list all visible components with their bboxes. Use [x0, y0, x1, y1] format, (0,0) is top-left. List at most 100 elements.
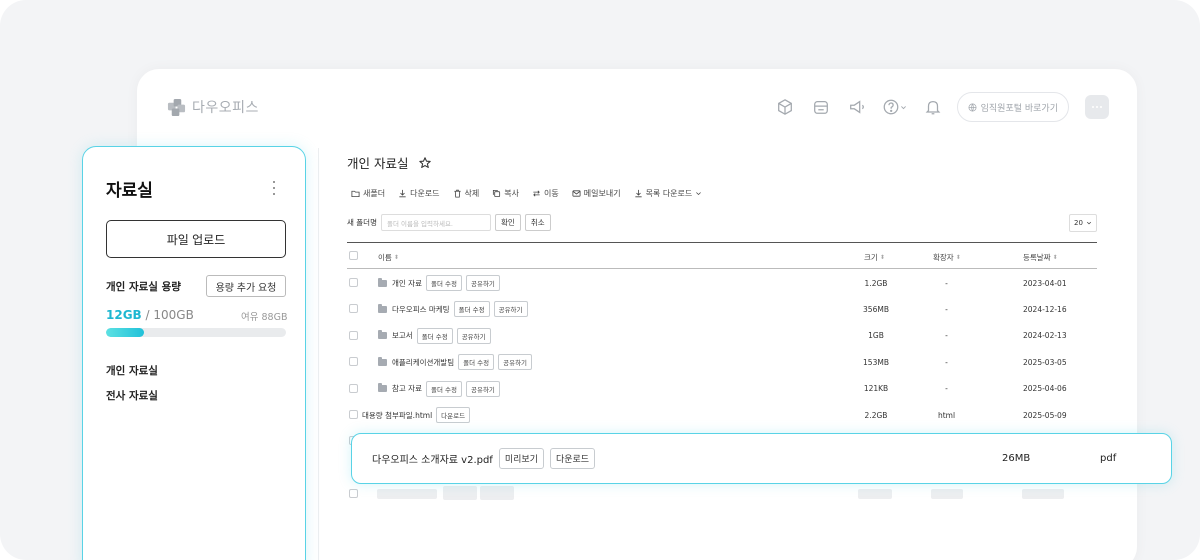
- app-logo[interactable]: 다우오피스: [167, 97, 259, 117]
- row-checkbox[interactable]: [349, 410, 358, 419]
- table-header: 이름 ⬍ 크기 ⬍ 확장자 ⬍ 등록날짜 ⬍: [347, 243, 1097, 269]
- edit-folder-button[interactable]: 폴더 수정: [416, 327, 453, 344]
- row-checkbox[interactable]: [349, 489, 358, 498]
- help-icon[interactable]: [875, 92, 915, 122]
- folder-icon: [378, 330, 387, 340]
- portal-shortcut-button[interactable]: 임직원포털 바로가기: [956, 92, 1069, 122]
- share-button[interactable]: 공유하기: [498, 354, 533, 371]
- ext-cell: -: [945, 384, 948, 394]
- folder-icon: [378, 303, 387, 313]
- row-checkbox[interactable]: [349, 357, 358, 367]
- item-name[interactable]: 참고 자료: [392, 383, 422, 394]
- chevron-down-icon: [901, 105, 907, 109]
- sort-icon: ⬍: [955, 254, 961, 261]
- megaphone-icon[interactable]: [839, 92, 875, 122]
- size-cell: 1.2GB: [864, 278, 888, 288]
- capacity-request-button[interactable]: 용량 추가 요청: [206, 275, 286, 297]
- skeleton-ext: [931, 489, 963, 499]
- new-folder-name-input[interactable]: 폴더 이름을 입력하세요.: [381, 214, 491, 231]
- size-cell: 356MB: [863, 304, 889, 314]
- column-ext[interactable]: 확장자 ⬍: [933, 252, 961, 263]
- capacity-total: 100GB: [153, 308, 194, 322]
- item-name[interactable]: 보고서: [392, 330, 413, 341]
- send-mail-button[interactable]: 메일보내기: [572, 188, 621, 199]
- table-row[interactable]: 참고 자료 폴더 수정 공유하기 121KB - 2025-04-06: [347, 376, 1097, 402]
- page-title: 개인 자료실: [347, 156, 409, 171]
- table-row[interactable]: 다우오피스 마케팅 폴더 수정 공유하기 356MB - 2024-12-16: [347, 296, 1097, 322]
- preview-button[interactable]: 미리보기: [498, 447, 544, 469]
- row-checkbox[interactable]: [349, 278, 358, 287]
- highlighted-file-row[interactable]: 다우오피스 소개자료 v2.pdf 미리보기 다운로드 26MB pdf: [351, 433, 1172, 484]
- ext-cell: -: [945, 331, 948, 341]
- app-name: 다우오피스: [192, 100, 259, 116]
- name-cell: 참고 자료 폴더 수정 공유하기: [378, 376, 500, 402]
- page-size-value: 20: [1074, 219, 1083, 227]
- row-checkbox[interactable]: [349, 330, 358, 340]
- file-download-button[interactable]: 다운로드: [436, 407, 471, 423]
- item-name[interactable]: 다우오피스 마케팅: [392, 304, 450, 315]
- file-download-button[interactable]: 다운로드: [549, 447, 596, 469]
- share-button[interactable]: 공유하기: [456, 327, 491, 344]
- name-cell: 보고서 폴더 수정 공유하기: [378, 323, 491, 349]
- new-folder-name-label: 새 폴더명: [347, 218, 377, 227]
- skeleton-name: [377, 489, 437, 499]
- size-cell: 153MB: [863, 357, 889, 367]
- sort-icon: ⬍: [1052, 254, 1058, 261]
- daou-logo-icon: [167, 98, 186, 116]
- mail-icon: [572, 190, 581, 197]
- copy-button[interactable]: 복사: [492, 188, 519, 199]
- item-name[interactable]: 대용량 첨부파일.html: [362, 410, 432, 421]
- table-row[interactable]: 애플리케이션개발팀 폴더 수정 공유하기 153MB - 2025-03-05: [347, 349, 1097, 375]
- more-icon[interactable]: [1085, 95, 1109, 119]
- column-name[interactable]: 이름 ⬍: [378, 252, 399, 263]
- confirm-button[interactable]: 확인: [495, 214, 521, 231]
- name-cell: 대용량 첨부파일.html 다운로드: [362, 402, 471, 428]
- file-upload-button[interactable]: 파일 업로드: [106, 220, 286, 258]
- page-size-select[interactable]: 20: [1069, 214, 1097, 232]
- item-name[interactable]: 개인 자료: [392, 278, 422, 289]
- edit-folder-button[interactable]: 폴더 수정: [425, 380, 462, 397]
- column-date[interactable]: 등록날짜 ⬍: [1023, 252, 1058, 263]
- ext-cell: -: [945, 304, 948, 314]
- delete-button[interactable]: 삭제: [453, 188, 480, 199]
- edit-folder-button[interactable]: 폴더 수정: [458, 354, 495, 371]
- share-button[interactable]: 공유하기: [465, 275, 500, 291]
- sidebar-item-personal[interactable]: 개인 자료실: [106, 363, 158, 378]
- new-folder-button[interactable]: 새폴더: [351, 188, 385, 199]
- column-name-label: 이름: [378, 253, 392, 262]
- download-button[interactable]: 다운로드: [398, 188, 440, 199]
- ext-cell: html: [937, 410, 956, 420]
- chevron-down-icon: [696, 192, 702, 196]
- share-button[interactable]: 공유하기: [465, 380, 500, 397]
- table-row[interactable]: 개인 자료 폴더 수정 공유하기 1.2GB - 2023-04-01: [347, 270, 1097, 296]
- file-toolbar: 새폴더 다운로드 삭제 복사 이동 메일보내기 목록 다운로드: [351, 188, 702, 199]
- edit-folder-button[interactable]: 폴더 수정: [425, 275, 462, 291]
- cube-icon[interactable]: [767, 92, 803, 122]
- select-all-checkbox[interactable]: [349, 251, 358, 260]
- folder-outline-icon: [351, 190, 360, 198]
- sidebar-panel: 자료실 파일 업로드 개인 자료실 용량 용량 추가 요청 12GB / 100…: [82, 146, 306, 560]
- delete-label: 삭제: [464, 189, 480, 198]
- row-checkbox[interactable]: [349, 383, 358, 393]
- kebab-menu-icon[interactable]: [272, 181, 276, 195]
- table-row[interactable]: 보고서 폴더 수정 공유하기 1GB - 2024-02-13: [347, 323, 1097, 349]
- share-button[interactable]: 공유하기: [493, 301, 528, 318]
- capacity-free: 여유 88GB: [241, 312, 288, 323]
- row-checkbox[interactable]: [349, 304, 358, 314]
- edit-folder-button[interactable]: 폴더 수정: [453, 301, 490, 318]
- inbox-icon[interactable]: [803, 92, 839, 122]
- sort-icon: ⬍: [393, 254, 399, 261]
- list-download-button[interactable]: 목록 다운로드: [634, 188, 703, 199]
- column-size[interactable]: 크기 ⬍: [864, 252, 885, 263]
- download-label: 다운로드: [410, 189, 440, 198]
- sidebar-item-company[interactable]: 전사 자료실: [106, 388, 158, 403]
- date-cell: 2025-04-06: [1023, 384, 1067, 394]
- item-name[interactable]: 애플리케이션개발팀: [392, 357, 454, 368]
- cancel-button[interactable]: 취소: [524, 214, 551, 231]
- move-button[interactable]: 이동: [532, 188, 559, 199]
- star-icon[interactable]: [418, 156, 432, 170]
- bell-icon[interactable]: [915, 92, 951, 122]
- column-ext-label: 확장자: [933, 253, 954, 262]
- table-row[interactable]: 대용량 첨부파일.html 다운로드 2.2GB html 2025-05-09: [347, 402, 1097, 428]
- capacity-bar: [106, 328, 286, 337]
